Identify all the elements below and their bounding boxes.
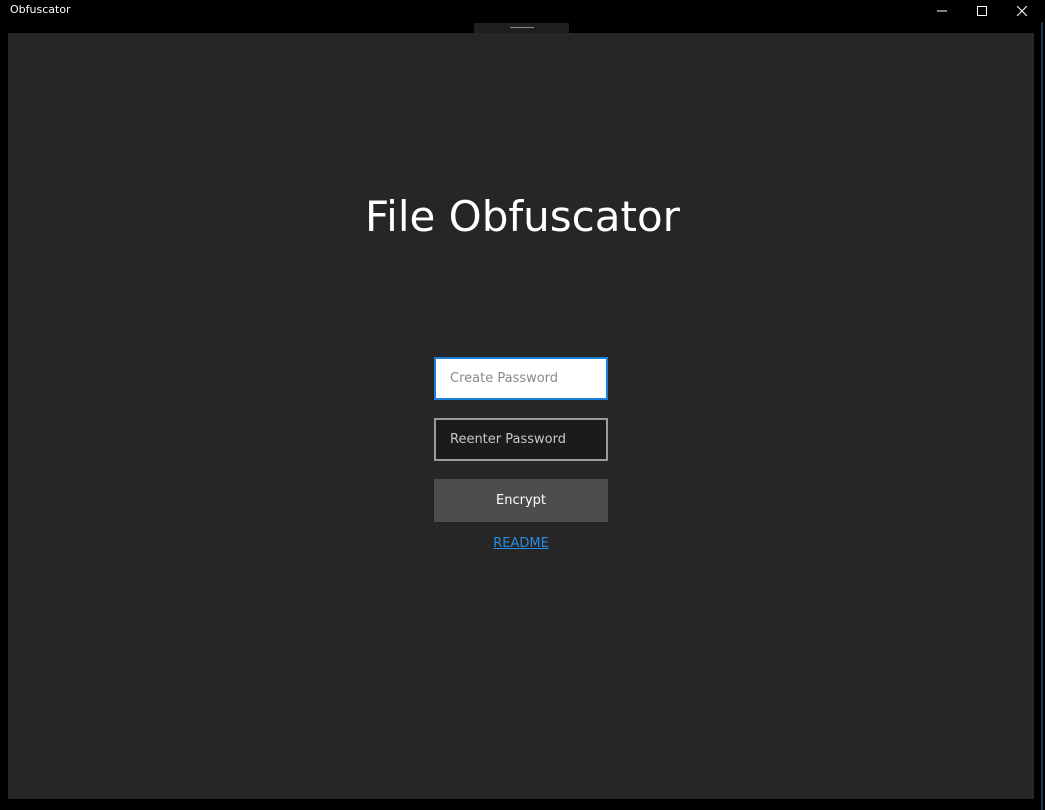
encrypt-button[interactable]: Encrypt [434, 479, 608, 522]
drag-handle-line [510, 27, 534, 28]
reenter-password-field[interactable] [434, 418, 608, 461]
readme-link[interactable]: README [434, 536, 608, 551]
minimize-icon [937, 10, 947, 12]
content-area [8, 33, 1034, 799]
drag-handle[interactable] [474, 23, 569, 33]
window-edge [1041, 22, 1043, 810]
window-title: Obfuscator [10, 3, 71, 16]
title-bar[interactable]: Obfuscator [0, 0, 1045, 22]
maximize-button[interactable] [962, 0, 1002, 22]
create-password-field[interactable] [434, 357, 608, 400]
app-window: Obfuscator File Obfuscator Encrypt READM… [0, 0, 1045, 810]
close-icon [1017, 6, 1027, 16]
minimize-button[interactable] [922, 0, 962, 22]
maximize-icon [977, 6, 987, 16]
page-title: File Obfuscator [365, 192, 680, 241]
close-button[interactable] [1002, 0, 1042, 22]
